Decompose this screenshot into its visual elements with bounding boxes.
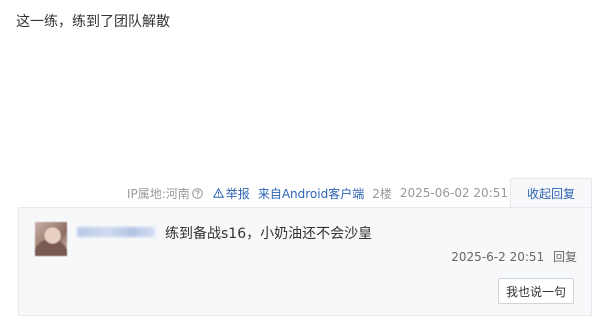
reply-timestamp: 2025-6-2 20:51 [451,250,545,264]
client-source-link[interactable]: 来自Android客户端 [258,185,364,202]
ip-location: IP属地:河南 [127,185,203,202]
reply-text: 练到备战s16，小奶油还不会沙皇 [165,226,373,242]
avatar[interactable] [35,222,67,256]
ip-location-text: IP属地:河南 [126,186,190,201]
username-link[interactable] [77,227,155,237]
post-content: 这一练，练到了团队解散 [16,14,170,30]
collapse-replies-button[interactable]: 收起回复 [510,178,592,208]
post-tail: IP属地:河南 举报 来自Android客户端 2楼 2025-06-02 20… [0,181,508,205]
post-timestamp: 2025-06-02 20:51 [399,186,508,200]
warning-icon [212,188,224,198]
report-link[interactable]: 举报 [212,185,250,202]
reply-button[interactable]: 回复 [553,250,577,264]
reply-meta: 2025-6-2 20:51 回复 [451,248,577,265]
reply-panel: 练到备战s16，小奶油还不会沙皇 2025-6-2 20:51 回复 我也说一句 [18,207,592,316]
write-reply-button[interactable]: 我也说一句 [498,278,574,304]
report-label: 举报 [225,186,250,201]
floor-number: 2楼 [372,186,392,201]
help-icon[interactable] [191,187,203,199]
